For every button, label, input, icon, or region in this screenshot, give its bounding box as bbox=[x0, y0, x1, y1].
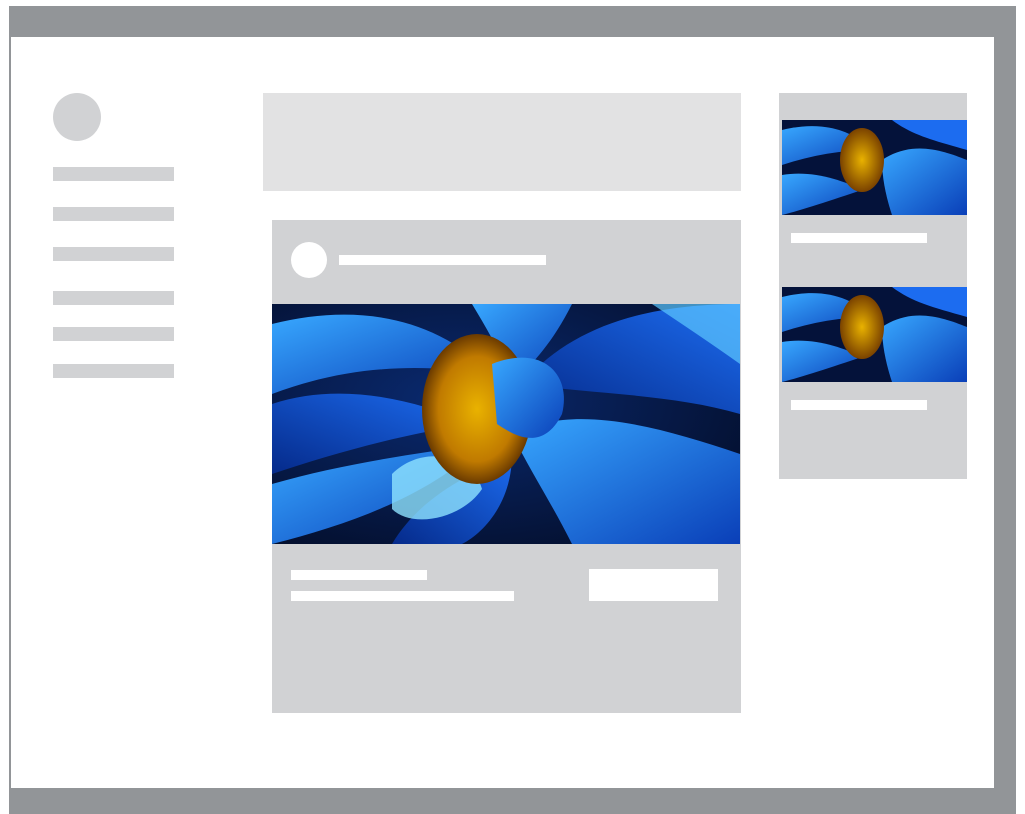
rail-card-image[interactable] bbox=[782, 287, 967, 382]
sidebar-item[interactable] bbox=[53, 247, 174, 261]
post-body bbox=[291, 591, 514, 601]
rail-card-image[interactable] bbox=[782, 120, 967, 215]
sidebar-item[interactable] bbox=[53, 167, 174, 181]
post-action-button[interactable] bbox=[589, 569, 718, 601]
post-title bbox=[291, 570, 427, 580]
sidebar-item[interactable] bbox=[53, 364, 174, 378]
rail-card-caption[interactable] bbox=[791, 233, 927, 243]
top-banner bbox=[263, 93, 741, 191]
post-author-avatar[interactable] bbox=[291, 242, 327, 278]
blue-flower-photo bbox=[782, 287, 967, 382]
post-author-name[interactable] bbox=[339, 255, 546, 265]
sidebar-item[interactable] bbox=[53, 327, 174, 341]
sidebar-item[interactable] bbox=[53, 207, 174, 221]
post-image[interactable] bbox=[272, 304, 740, 544]
profile-avatar[interactable] bbox=[53, 93, 101, 141]
blue-flower-photo bbox=[782, 120, 967, 215]
rail-card-caption[interactable] bbox=[791, 400, 927, 410]
sidebar-item[interactable] bbox=[53, 291, 174, 305]
blue-flower-photo bbox=[272, 304, 740, 544]
